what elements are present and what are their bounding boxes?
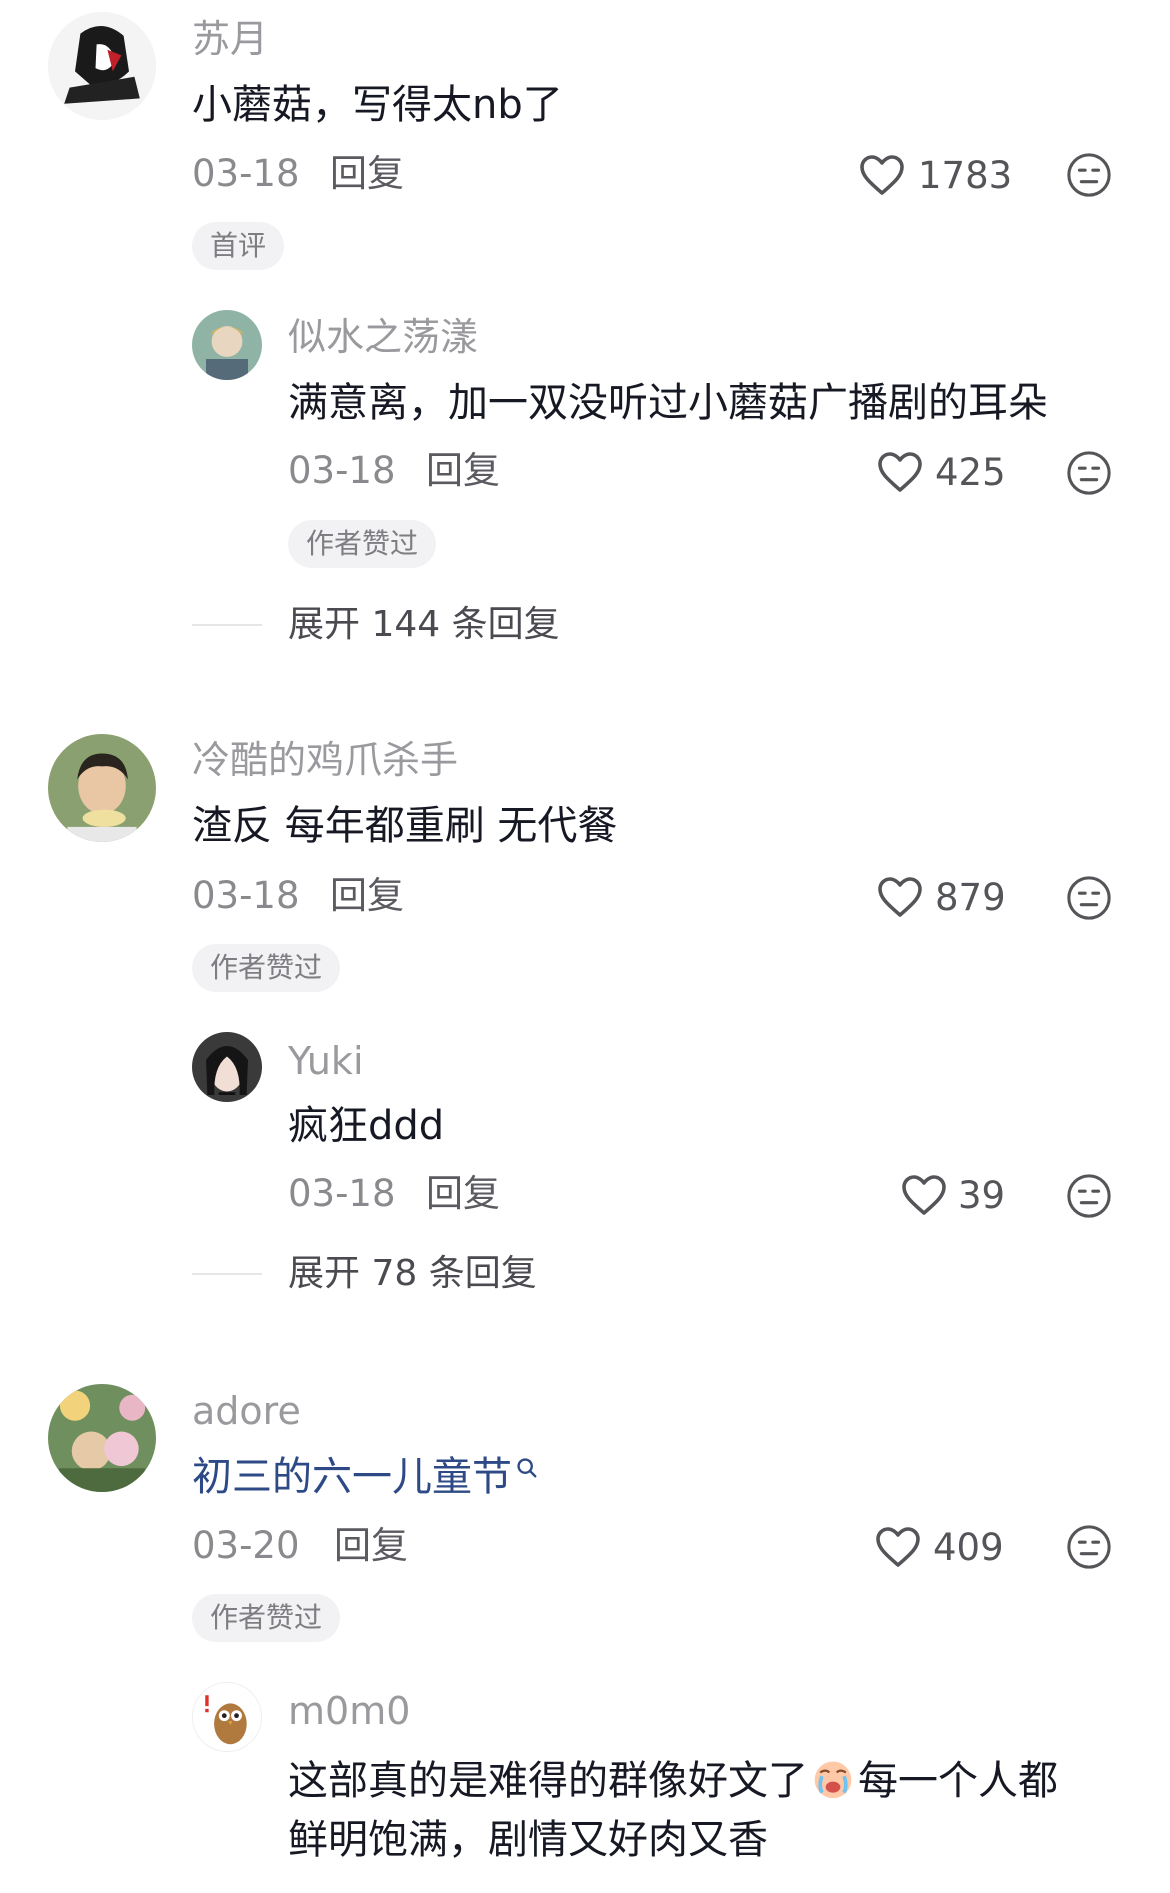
comment-text[interactable]: 小蘑菇，写得太nb了 xyxy=(192,85,563,125)
comment-date: 03-18 xyxy=(192,874,300,917)
reply-text-part: 这部真的是难得的群像好文了 xyxy=(288,1758,808,1804)
author-liked-badge: 作者赞过 xyxy=(192,1594,341,1642)
avatar[interactable] xyxy=(48,734,156,842)
search-small-icon[interactable] xyxy=(516,1457,538,1479)
comment-date: 03-20 xyxy=(192,1524,300,1567)
comment-text-link[interactable]: 初三的六一儿童节 xyxy=(192,1457,538,1497)
reply-text[interactable]: 疯狂ddd xyxy=(288,1106,444,1146)
like-count: 39 xyxy=(958,1174,1006,1217)
comment-text[interactable]: 渣反 每年都重刷 无代餐 xyxy=(192,806,617,846)
reply-date: 03-18 xyxy=(288,1172,396,1215)
divider xyxy=(192,1273,262,1275)
avatar[interactable] xyxy=(192,1682,262,1752)
reply-text-part: 每一个人都 xyxy=(858,1758,1058,1804)
avatar[interactable] xyxy=(192,310,262,380)
first-comment-badge: 首评 xyxy=(192,222,285,270)
reply-username[interactable]: m0m0 xyxy=(288,1692,410,1730)
author-liked-badge: 作者赞过 xyxy=(288,520,437,568)
neutral-face-icon[interactable] xyxy=(1066,152,1112,198)
like-count: 425 xyxy=(935,451,1006,494)
comment-text[interactable]: 初三的六一儿童节 xyxy=(192,1454,512,1500)
heart-outline-icon[interactable] xyxy=(900,1173,948,1217)
author-liked-badge: 作者赞过 xyxy=(192,944,341,992)
like-count: 409 xyxy=(933,1526,1004,1569)
expand-replies-button[interactable]: 展开 144 条回复 xyxy=(288,607,560,643)
reply-button[interactable]: 回复 xyxy=(426,1175,500,1212)
heart-outline-icon[interactable] xyxy=(876,875,924,919)
neutral-face-icon[interactable] xyxy=(1066,1524,1112,1570)
heart-outline-icon[interactable] xyxy=(858,153,906,197)
reply-button[interactable]: 回复 xyxy=(330,155,404,192)
avatar[interactable] xyxy=(48,12,156,120)
like-count: 879 xyxy=(935,876,1006,919)
reply-button[interactable]: 回复 xyxy=(334,1527,408,1564)
divider xyxy=(192,624,262,626)
comment-username[interactable]: adore xyxy=(192,1392,301,1430)
comment-username[interactable]: 冷酷的鸡爪杀手 xyxy=(192,741,458,779)
neutral-face-icon[interactable] xyxy=(1066,1173,1112,1219)
comment-username[interactable]: 苏月 xyxy=(192,20,268,58)
reply-username[interactable]: Yuki xyxy=(288,1042,364,1080)
neutral-face-icon[interactable] xyxy=(1066,450,1112,496)
neutral-face-icon[interactable] xyxy=(1066,875,1112,921)
reply-text-line2[interactable]: 鲜明饱满，剧情又好肉又香 xyxy=(288,1820,768,1860)
reply-text[interactable]: 满意离，加一双没听过小蘑菇广播剧的耳朵 xyxy=(288,383,1048,423)
comment-date: 03-18 xyxy=(192,152,300,195)
heart-outline-icon[interactable] xyxy=(874,1525,922,1569)
expand-replies-button[interactable]: 展开 78 条回复 xyxy=(288,1256,537,1292)
heart-outline-icon[interactable] xyxy=(876,450,924,494)
reply-text[interactable]: 这部真的是难得的群像好文了 每一个人都 xyxy=(288,1756,1058,1801)
avatar[interactable] xyxy=(48,1384,156,1492)
reply-username[interactable]: 似水之荡漾 xyxy=(288,318,478,356)
reply-button[interactable]: 回复 xyxy=(426,452,500,489)
like-count: 1783 xyxy=(918,154,1013,197)
avatar[interactable] xyxy=(192,1032,262,1102)
crying-face-emoji xyxy=(814,1761,852,1799)
reply-date: 03-18 xyxy=(288,449,396,492)
reply-button[interactable]: 回复 xyxy=(330,877,404,914)
